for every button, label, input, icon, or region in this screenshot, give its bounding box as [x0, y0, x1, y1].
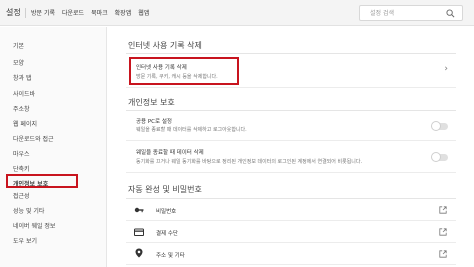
sidebar-item-appearance[interactable]: 모양 [13, 58, 24, 67]
public-pc-toggle[interactable] [431, 121, 448, 131]
sidebar-item-mouse[interactable]: 마우스 [13, 149, 30, 158]
payment-methods-label: 결제 수단 [156, 231, 178, 237]
public-pc-subtitle: 웨일을 종료할 때 데이터를 삭제하고 로그아웃합니다. [136, 127, 247, 133]
clear-on-exit-title: 웨일을 종료할 때 데이터 삭제 [136, 150, 204, 156]
addresses-row[interactable]: 주소 및 기타 [126, 243, 456, 265]
sidebar-item-basic[interactable]: 기본 [13, 41, 24, 50]
clear-history-highlight [129, 57, 239, 85]
sidebar: 기본 모양 창과 탭 사이드바 주소창 웹 페이지 다운로드와 접근 마우스 단… [0, 27, 107, 267]
credit-card-icon [134, 228, 144, 236]
sidebar-item-address-bar[interactable]: 주소창 [13, 104, 30, 113]
section-title-autofill: 자동 완성 및 비밀번호 [128, 185, 202, 194]
tab-webapps[interactable]: 웹앱 [138, 8, 149, 17]
addresses-label: 주소 및 기타 [156, 253, 185, 259]
section-title-privacy: 개인정보 보호 [128, 98, 175, 107]
external-link-icon [439, 250, 447, 258]
sidebar-item-about[interactable]: 네이버 웨일 정보 [13, 221, 55, 230]
tab-downloads[interactable]: 다운로드 [62, 8, 84, 17]
sidebar-item-accessibility[interactable]: 접근성 [13, 191, 30, 200]
sidebar-item-window-tabs[interactable]: 창과 탭 [13, 73, 31, 82]
tab-bookmarks[interactable]: 북마크 [91, 8, 108, 17]
active-item-highlight [6, 174, 78, 188]
title-divider [25, 8, 26, 18]
passwords-row[interactable]: 비밀번호 [126, 199, 456, 221]
tab-extensions[interactable]: 확장앱 [115, 8, 132, 17]
sidebar-item-sidebar[interactable]: 사이드바 [13, 89, 35, 98]
sidebar-item-shortcuts[interactable]: 단축키 [13, 164, 30, 173]
external-link-icon [439, 228, 447, 236]
sidebar-item-web-page[interactable]: 웹 페이지 [13, 119, 37, 128]
passwords-label: 비밀번호 [156, 209, 177, 215]
public-pc-row[interactable]: 공용 PC로 설정 웨일을 종료할 때 데이터를 삭제하고 로그아웃합니다. [126, 111, 456, 141]
main-content: 인터넷 사용 기록 삭제 인터넷 사용 기록 삭제 방문 기록, 쿠키, 캐시 … [108, 27, 474, 267]
settings-title: 설정 [6, 8, 21, 17]
section-title-history: 인터넷 사용 기록 삭제 [128, 41, 202, 50]
sidebar-item-docs[interactable]: 도우 보기 [13, 236, 37, 245]
clear-on-exit-toggle[interactable] [431, 152, 448, 162]
top-tabs: 방문 기록 다운로드 북마크 확장앱 웹앱 [31, 8, 149, 17]
public-pc-title: 공용 PC로 설정 [136, 119, 172, 125]
location-pin-icon [135, 248, 143, 258]
top-bar: 설정 방문 기록 다운로드 북마크 확장앱 웹앱 [0, 0, 474, 26]
privacy-card: 공용 PC로 설정 웨일을 종료할 때 데이터를 삭제하고 로그아웃합니다. 웨… [126, 110, 456, 173]
chevron-right-icon: › [444, 64, 448, 74]
tab-history[interactable]: 방문 기록 [31, 8, 55, 17]
payment-methods-row[interactable]: 결제 수단 [126, 221, 456, 243]
search-input[interactable] [370, 8, 440, 19]
clear-on-exit-subtitle: 동기화를 끄거나 웨일 동기화를 바탕으로 정리된 개인정보 데이터의 로그인된… [136, 159, 363, 165]
external-link-icon [439, 206, 447, 214]
clear-on-exit-row[interactable]: 웨일을 종료할 때 데이터 삭제 동기화를 끄거나 웨일 동기화를 바탕으로 정… [126, 141, 456, 173]
search-icon[interactable] [446, 9, 455, 18]
autofill-card: 비밀번호 결제 수단 주소 및 기타 [126, 198, 456, 265]
sidebar-item-downloads[interactable]: 다운로드와 접근 [13, 134, 54, 143]
sidebar-item-performance[interactable]: 성능 및 기타 [13, 206, 44, 215]
key-icon [134, 207, 144, 213]
settings-search[interactable] [359, 5, 463, 21]
